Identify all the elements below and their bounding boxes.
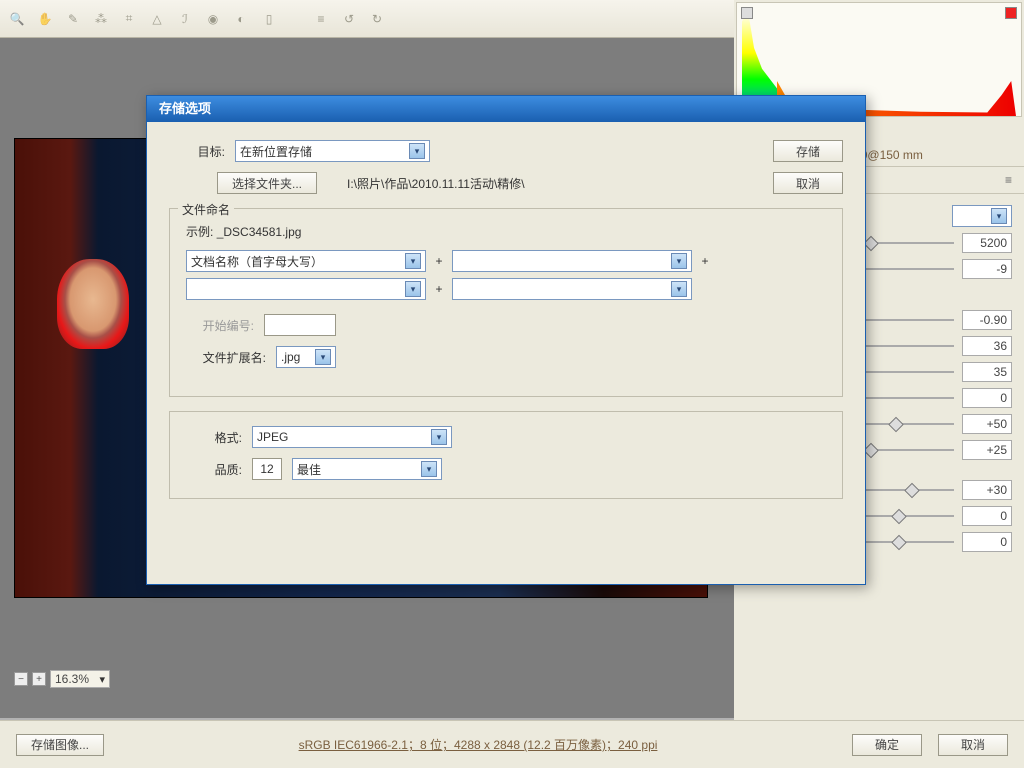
save-options-dialog: 存储选项 存储 取消 目标: 在新位置存储▾ 选择文件夹... I:\照片\作品… [146,95,866,585]
ext-select[interactable]: .jpg▾ [276,346,336,368]
zoom-value: 16.3% [55,672,89,686]
value-recovery[interactable]: 36 [962,336,1012,356]
name-token-4[interactable]: ▾ [452,278,692,300]
zoom-in-button[interactable]: + [32,672,46,686]
startnum-label: 开始编号: [186,317,254,334]
quality-label: 品质: [186,461,242,478]
format-select[interactable]: JPEG▾ [252,426,452,448]
dialog-save-button[interactable]: 存储 [773,140,843,162]
rotate-ccw-icon[interactable]: ↺ [340,10,358,28]
quality-input[interactable] [252,458,282,480]
name-token-3[interactable]: ▾ [186,278,426,300]
zoom-icon[interactable]: 🔍 [8,10,26,28]
value-blacks[interactable]: 0 [962,388,1012,408]
dialog-cancel-button[interactable]: 取消 [773,172,843,194]
value-contrast[interactable]: +25 [962,440,1012,460]
value-tint[interactable]: -9 [962,259,1012,279]
hand-icon[interactable]: ✋ [36,10,54,28]
value-brightness[interactable]: +50 [962,414,1012,434]
zoom-out-button[interactable]: − [14,672,28,686]
sampler-icon[interactable]: ⁂ [92,10,110,28]
zoom-bar: − + 16.3% [14,670,110,688]
eyedropper-icon[interactable]: ✎ [64,10,82,28]
bottom-bar: 存储图像... sRGB IEC61966-2.1；8 位；4288 x 284… [0,720,1024,768]
name-token-1[interactable]: 文档名称（首字母大写）▾ [186,250,426,272]
brush-icon[interactable]: ℐ [176,10,194,28]
dialog-title: 存储选项 [147,96,865,122]
quality-text: 最佳 [297,461,321,478]
spot-icon[interactable]: ◉ [204,10,222,28]
format-fieldset: 格式: JPEG▾ 品质: 最佳▾ [169,411,843,499]
ok-button[interactable]: 确定 [852,734,922,756]
cancel-button[interactable]: 取消 [938,734,1008,756]
format-value: JPEG [257,430,288,444]
format-label: 格式: [186,429,242,446]
list-icon[interactable]: ≡ [312,10,330,28]
naming-fieldset: 文件命名 示例: _DSC34581.jpg 文档名称（首字母大写）▾ + ▾ … [169,208,843,397]
panel-menu-icon[interactable]: ≡ [1005,173,1012,187]
example-label: 示例: [186,225,213,239]
example-value: _DSC34581.jpg [217,225,302,239]
plus-icon: + [432,254,446,268]
workflow-link[interactable]: sRGB IEC61966-2.1；8 位；4288 x 2848 (12.2 … [299,738,658,752]
ext-label: 文件扩展名: [186,349,266,366]
shadow-clip-icon[interactable] [741,7,753,19]
value-vibrance[interactable]: 0 [962,506,1012,526]
highlight-clip-icon[interactable] [1005,7,1017,19]
naming-legend: 文件命名 [178,201,234,218]
value-temp[interactable]: 5200 [962,233,1012,253]
dest-label: 目标: [169,143,225,160]
value-saturation[interactable]: 0 [962,532,1012,552]
value-exposure[interactable]: -0.90 [962,310,1012,330]
value-filllight[interactable]: 35 [962,362,1012,382]
save-image-button[interactable]: 存储图像... [16,734,104,756]
value-clarity[interactable]: +30 [962,480,1012,500]
plus-icon: + [698,254,712,268]
documents-icon[interactable]: ▯ [260,10,278,28]
plus-icon: + [432,282,446,296]
dest-select[interactable]: 在新位置存储▾ [235,140,430,162]
ext-value: .jpg [281,350,300,364]
name-token-1-value: 文档名称（首字母大写） [191,253,323,270]
choose-folder-button[interactable]: 选择文件夹... [217,172,317,194]
dest-value: 在新位置存储 [240,143,312,160]
name-token-2[interactable]: ▾ [452,250,692,272]
redeye-icon[interactable]: ◐ [232,10,250,28]
profile-select[interactable]: ▾ [952,205,1012,227]
startnum-input[interactable] [264,314,336,336]
rotate-cw-icon[interactable]: ↻ [368,10,386,28]
quality-select[interactable]: 最佳▾ [292,458,442,480]
path-text: I:\照片\作品\2010.11.11活动\精修\ [347,175,525,192]
straighten-icon[interactable]: △ [148,10,166,28]
zoom-select[interactable]: 16.3% [50,670,110,688]
crop-icon[interactable]: ⌗ [120,10,138,28]
